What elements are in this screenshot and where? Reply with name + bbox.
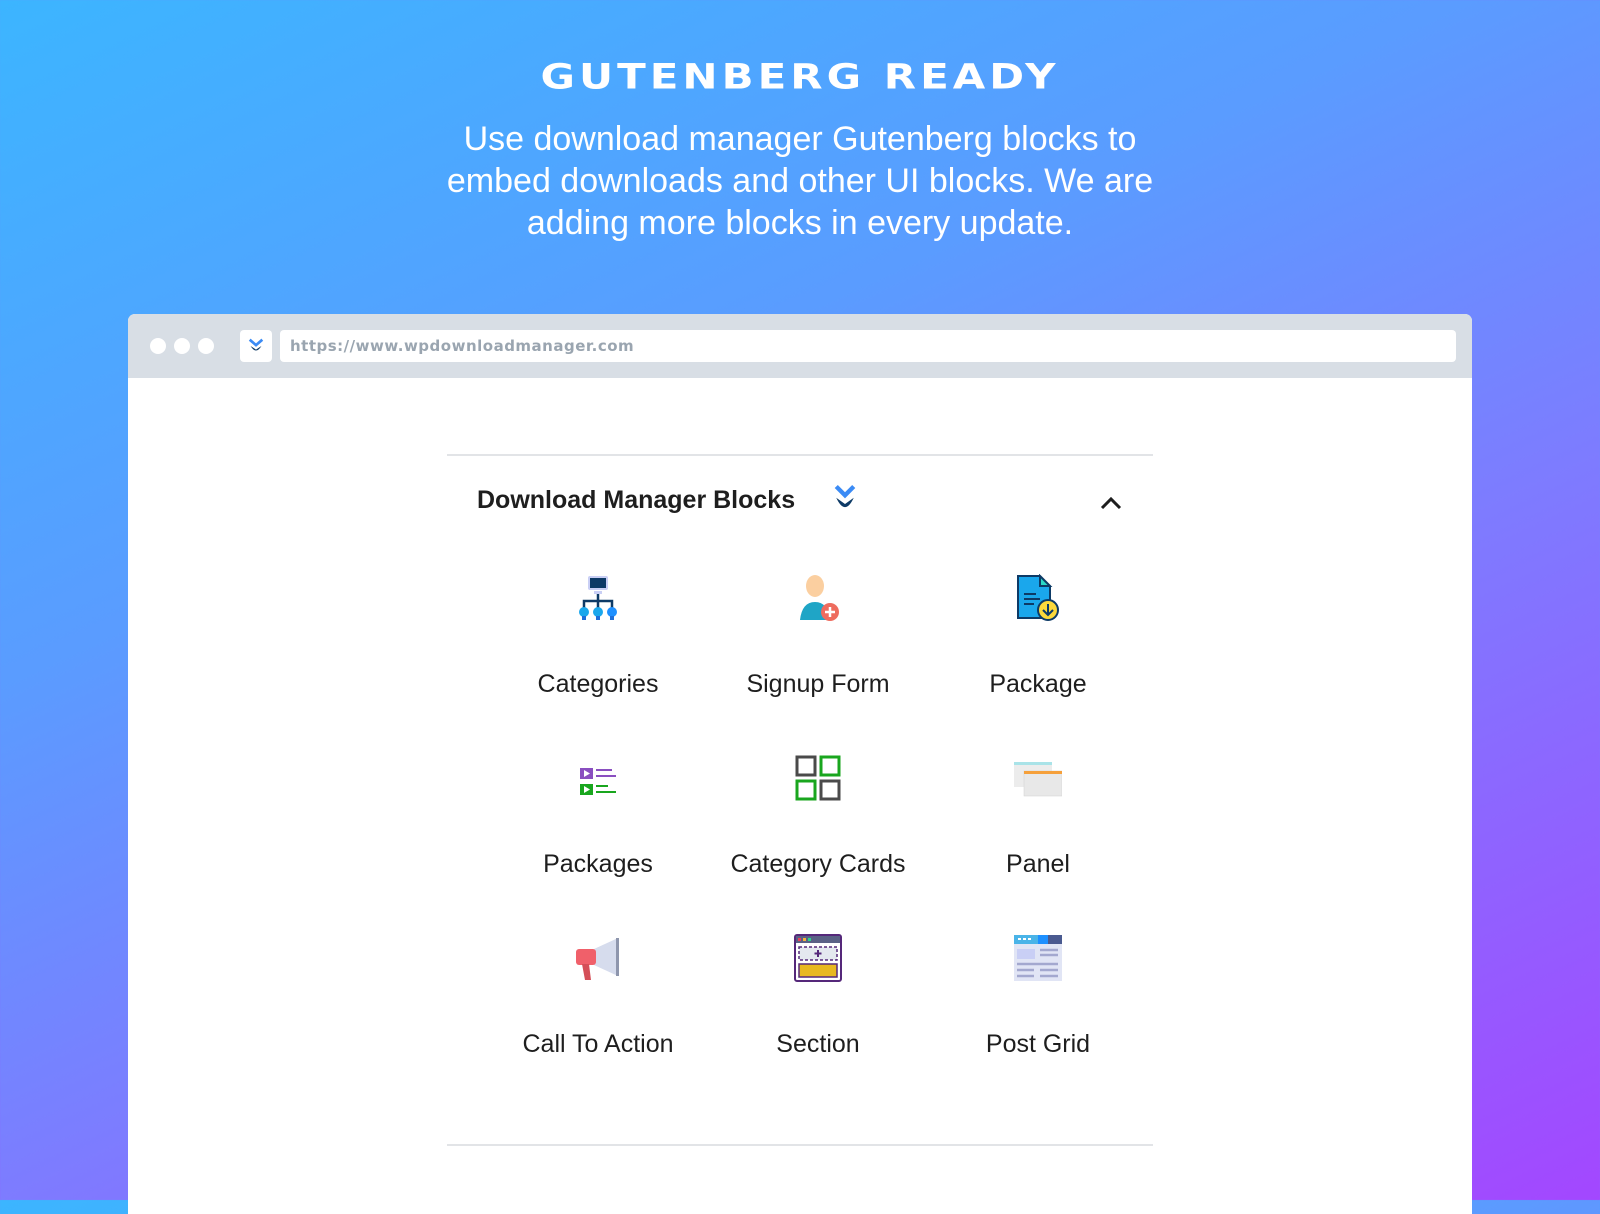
bottom-divider (447, 1144, 1153, 1146)
wpdm-logo-icon (832, 484, 858, 519)
block-label: Packages (543, 850, 653, 878)
post-grid-icon (1014, 935, 1062, 981)
grid-icon (795, 755, 841, 801)
wpdm-logo-icon (240, 330, 272, 362)
block-category-cards[interactable]: Category Cards (708, 754, 928, 904)
hero-subtitle: Use download manager Gutenberg blocks to… (446, 120, 1154, 242)
panel-icon (1014, 762, 1062, 797)
block-label: Panel (1006, 850, 1070, 878)
megaphone-icon (576, 938, 619, 980)
block-label: Package (989, 670, 1087, 698)
address-bar[interactable]: https://www.wpdownloadmanager.com (280, 330, 1456, 362)
block-categories[interactable]: Categories (488, 574, 708, 724)
window-dot-close[interactable] (150, 338, 166, 354)
collapse-panel-button[interactable] (1096, 488, 1126, 518)
block-section[interactable]: Section (708, 934, 928, 1084)
block-label: Section (776, 1030, 860, 1058)
block-package[interactable]: Package (928, 574, 1148, 724)
block-label: Category Cards (730, 850, 906, 878)
block-call-to-action[interactable]: Call To Action (488, 934, 708, 1084)
section-icon (794, 934, 842, 982)
hierarchy-icon (579, 576, 617, 620)
block-signup-form[interactable]: Signup Form (708, 574, 928, 724)
block-post-grid[interactable]: Post Grid (928, 934, 1148, 1084)
block-label: Call To Action (522, 1030, 674, 1058)
top-divider (447, 454, 1153, 456)
block-packages[interactable]: Packages (488, 754, 708, 904)
file-download-icon (1017, 574, 1059, 621)
chevron-up-icon (1100, 496, 1122, 510)
window-dot-maximize[interactable] (198, 338, 214, 354)
block-panel[interactable]: Panel (928, 754, 1148, 904)
block-label: Post Grid (985, 1030, 1091, 1058)
window-dot-minimize[interactable] (174, 338, 190, 354)
block-label: Signup Form (746, 670, 890, 698)
panel-title: Download Manager Blocks (477, 486, 796, 514)
browser-window: https://www.wpdownloadmanager.com Downlo… (128, 314, 1472, 1214)
browser-toolbar: https://www.wpdownloadmanager.com (128, 314, 1472, 378)
hero-title: GUTENBERG READY (540, 56, 1060, 97)
block-label: Categories (537, 670, 659, 698)
list-play-icon (580, 768, 616, 795)
user-add-icon (800, 575, 839, 621)
